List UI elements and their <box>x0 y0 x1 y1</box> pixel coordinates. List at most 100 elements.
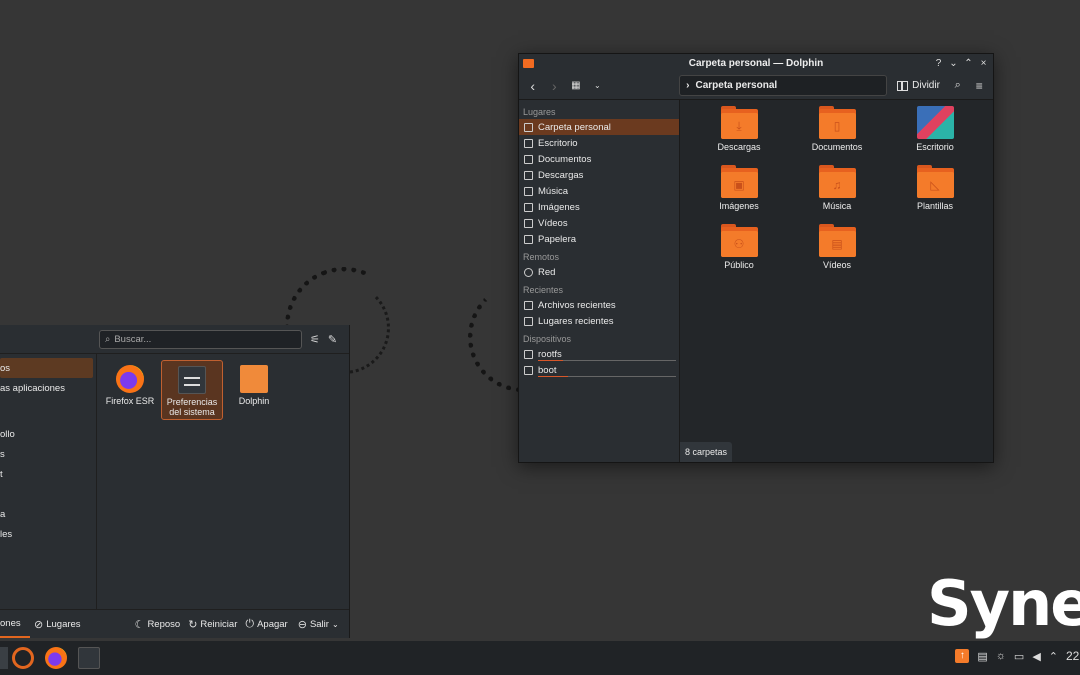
desktop-folder-icon <box>916 106 954 139</box>
category-item[interactable]: os <box>0 358 93 378</box>
usage-bar <box>538 359 676 361</box>
home-icon <box>524 122 533 132</box>
leave-icon: ⊖ <box>297 618 307 631</box>
category-item[interactable] <box>0 398 96 418</box>
file-view[interactable]: ⤓ Descargas ▯ Documentos Escritorio ▣ Imáge… <box>680 100 993 462</box>
restart-button[interactable]: ↻ Reiniciar <box>188 618 237 631</box>
recent-places[interactable]: Lugares recientes <box>519 313 679 329</box>
recent-files[interactable]: Archivos recientes <box>519 297 679 313</box>
chevron-up-icon[interactable]: ⌃ <box>1049 650 1058 663</box>
clock[interactable]: 22 <box>1066 649 1080 663</box>
pin-icon[interactable]: ✎ <box>328 333 337 346</box>
folder-music[interactable]: ♫ Música <box>788 165 886 219</box>
view-mode-icon[interactable]: ▦ <box>568 80 584 91</box>
folder-documents[interactable]: ▯ Documentos <box>788 106 886 160</box>
tab-places[interactable]: ⊘ Lugares <box>34 618 81 631</box>
place-videos[interactable]: Vídeos <box>519 215 679 231</box>
drive-icon <box>524 365 533 375</box>
minimize-button[interactable]: ⌄ <box>948 58 959 69</box>
usage-fill <box>538 375 569 377</box>
folder-templates[interactable]: ◺ Plantillas <box>886 165 984 219</box>
chevron-right-icon: › <box>686 80 690 91</box>
firefox-icon[interactable] <box>45 647 67 669</box>
place-documents[interactable]: Documentos <box>519 151 679 167</box>
folder-desktop[interactable]: Escritorio <box>886 106 984 160</box>
category-item[interactable]: a <box>0 504 96 524</box>
toolbar: ‹ › ▦ ⌄ › Carpeta personal Dividir ⌕ ≡ <box>519 72 993 100</box>
category-item[interactable]: t <box>0 464 96 484</box>
folder-icon: ▣ <box>720 165 758 198</box>
dolphin-window: Carpeta personal — Dolphin ? ⌄ ⌃ × ‹ › ▦… <box>518 53 994 463</box>
configure-icon[interactable]: ⚟ <box>310 333 320 346</box>
breadcrumb[interactable]: › Carpeta personal <box>679 75 888 96</box>
update-icon[interactable]: ↑ <box>955 649 970 663</box>
section-places: Lugares <box>523 107 556 117</box>
shutdown-button[interactable]: ⏻ Apagar <box>245 618 287 631</box>
settings-icon[interactable] <box>78 647 100 669</box>
chevron-down-icon: ⌄ <box>331 619 339 629</box>
synex-menu-icon[interactable] <box>12 647 34 669</box>
dolphin-app-icon <box>523 58 534 68</box>
category-item[interactable]: as aplicaciones <box>0 378 96 398</box>
split-view-icon <box>897 80 909 91</box>
tab-applications[interactable]: ones <box>0 610 30 638</box>
folder-icon: ⚇ <box>720 224 758 257</box>
usage-fill <box>538 359 563 361</box>
back-icon[interactable]: ‹ <box>525 78 541 94</box>
network-icon[interactable]: ▭ <box>1014 650 1024 663</box>
search-input[interactable]: ⌕ Buscar... <box>99 329 302 349</box>
compass-icon: ⊘ <box>34 618 44 631</box>
app-dolphin[interactable]: Dolphin <box>223 360 285 420</box>
storage-icon[interactable]: ▤ <box>977 650 987 663</box>
recent-places-icon <box>524 316 533 326</box>
recent-files-icon <box>524 300 533 310</box>
desktop-icon <box>524 138 533 148</box>
launcher-button[interactable] <box>0 647 8 669</box>
brightness-icon[interactable]: ☼ <box>996 650 1006 662</box>
place-pictures[interactable]: Imágenes <box>519 199 679 215</box>
brand-watermark: Synex <box>927 567 1080 640</box>
leave-button[interactable]: ⊖ Salir ⌄ <box>298 618 339 631</box>
place-network[interactable]: Red <box>519 264 679 280</box>
category-item[interactable]: les <box>0 524 96 544</box>
app-system-settings[interactable]: Preferencias del sistema <box>161 360 223 420</box>
help-button[interactable]: ? <box>933 58 944 69</box>
maximize-button[interactable]: ⌃ <box>963 58 974 69</box>
sleep-icon: ☾ <box>134 618 145 631</box>
chevron-down-icon[interactable]: ⌄ <box>590 81 606 90</box>
place-home[interactable]: Carpeta personal <box>519 119 679 135</box>
trash-icon <box>524 234 533 244</box>
app-firefox[interactable]: Firefox ESR <box>99 360 161 420</box>
documents-icon <box>524 154 533 164</box>
sleep-button[interactable]: ☾ Reposo <box>135 618 181 631</box>
search-icon[interactable]: ⌕ <box>950 79 966 92</box>
forward-icon[interactable]: › <box>547 78 563 94</box>
volume-icon[interactable]: ◀ <box>1032 650 1040 663</box>
folder-public[interactable]: ⚇ Público <box>690 224 788 278</box>
split-button[interactable]: Dividir <box>897 80 940 91</box>
place-downloads[interactable]: Descargas <box>519 167 679 183</box>
window-titlebar[interactable]: Carpeta personal — Dolphin ? ⌄ ⌃ × <box>519 54 993 72</box>
device-boot[interactable]: boot <box>519 362 679 378</box>
firefox-icon <box>116 365 144 393</box>
place-trash[interactable]: Papelera <box>519 231 679 247</box>
app-grid: Firefox ESR Preferencias del sistema Dolp… <box>97 354 349 609</box>
close-button[interactable]: × <box>978 58 989 69</box>
usage-bar <box>538 375 676 377</box>
network-icon <box>524 267 533 277</box>
folder-downloads[interactable]: ⤓ Descargas <box>690 106 788 160</box>
place-desktop[interactable]: Escritorio <box>519 135 679 151</box>
device-rootfs[interactable]: rootfs <box>519 346 679 362</box>
place-music[interactable]: Música <box>519 183 679 199</box>
category-item[interactable] <box>0 484 96 504</box>
power-icon: ⏻ <box>245 617 255 630</box>
places-panel: Lugares Carpeta personal Escritorio Docu… <box>519 100 680 462</box>
folder-videos[interactable]: ▤ Vídeos <box>788 224 886 278</box>
menu-icon[interactable]: ≡ <box>971 79 987 93</box>
folder-pictures[interactable]: ▣ Imágenes <box>690 165 788 219</box>
section-remote: Remotos <box>523 252 560 262</box>
category-item[interactable]: s <box>0 444 96 464</box>
search-placeholder: Buscar... <box>114 333 152 345</box>
category-item[interactable]: ollo <box>0 424 96 444</box>
drive-icon <box>524 349 533 359</box>
